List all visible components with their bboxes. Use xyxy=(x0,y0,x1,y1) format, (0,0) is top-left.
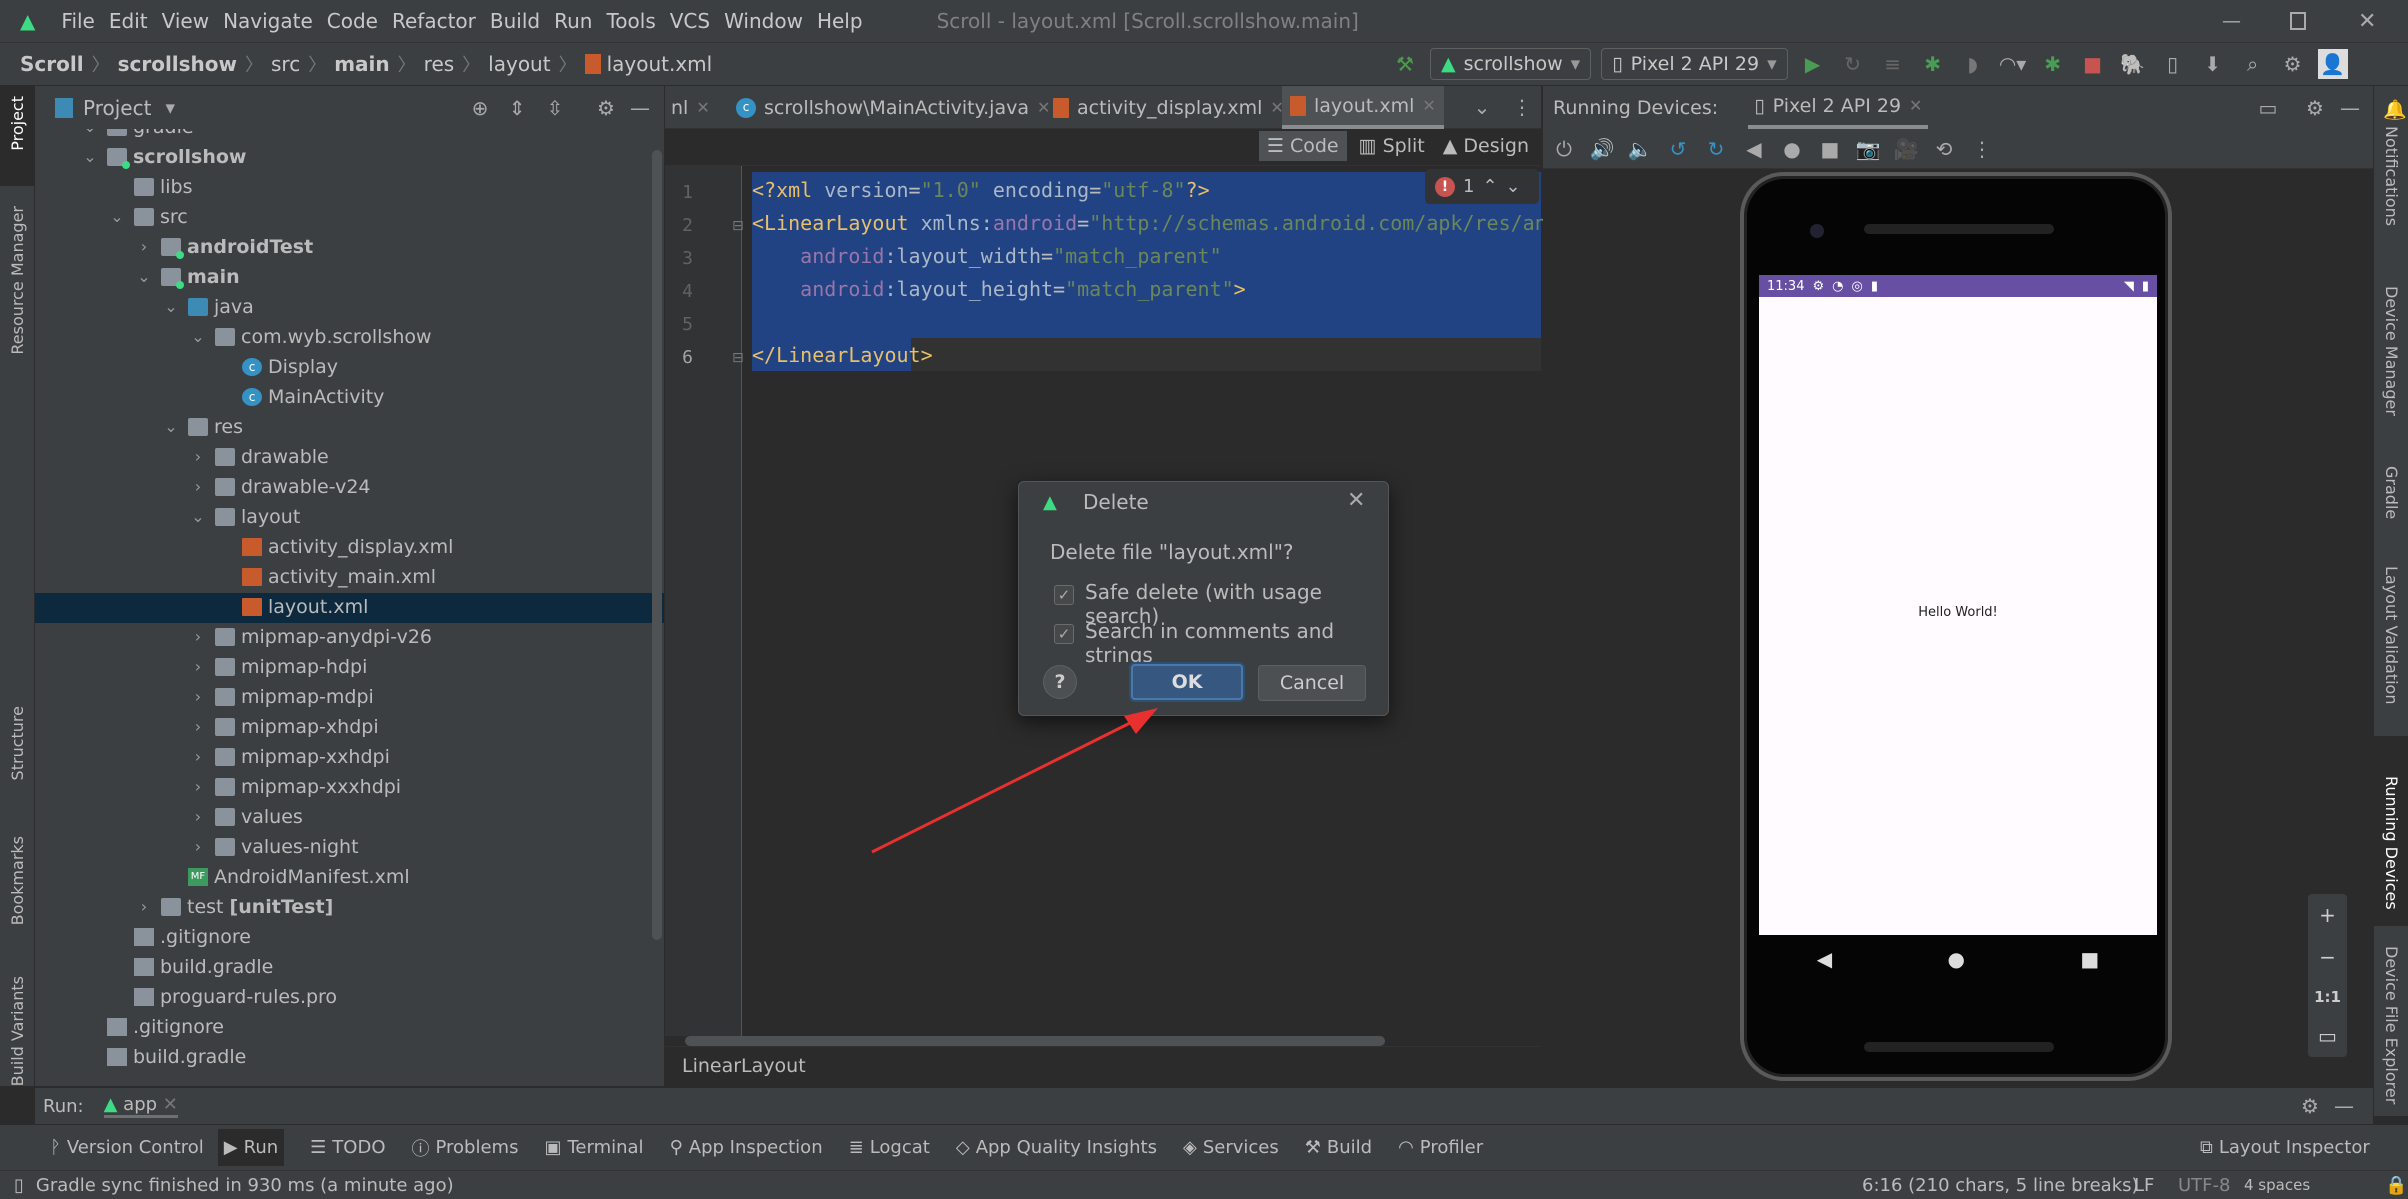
annotation-arrow xyxy=(871,708,1158,854)
